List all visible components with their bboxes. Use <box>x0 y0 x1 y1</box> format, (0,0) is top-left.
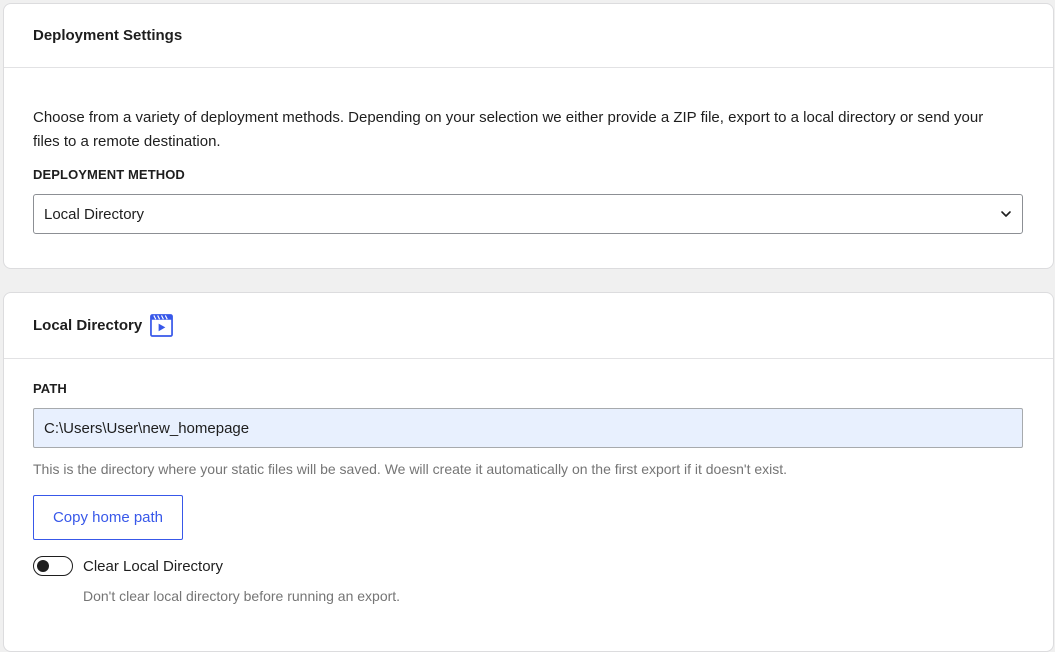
copy-home-path-button[interactable]: Copy home path <box>33 495 183 540</box>
deployment-method-value: Local Directory <box>44 205 145 223</box>
local-directory-card: Local Directory PATH C:\Users\User\new_h… <box>3 292 1054 652</box>
deployment-settings-header: Deployment Settings <box>4 4 1053 68</box>
local-directory-header: Local Directory <box>4 293 1053 359</box>
deployment-method-select[interactable]: Local Directory <box>33 194 1023 234</box>
deployment-settings-card: Deployment Settings Choose from a variet… <box>3 3 1054 269</box>
path-input[interactable]: C:\Users\User\new_homepage <box>33 408 1023 448</box>
deployment-settings-title: Deployment Settings <box>33 27 183 44</box>
chevron-down-icon <box>1001 211 1011 217</box>
local-directory-body: PATH C:\Users\User\new_homepage This is … <box>4 381 1053 604</box>
deployment-intro-text: Choose from a variety of deployment meth… <box>33 109 984 150</box>
local-directory-title: Local Directory <box>33 317 143 334</box>
video-icon[interactable] <box>150 314 174 337</box>
clear-local-directory-help: Don't clear local directory before runni… <box>83 588 401 604</box>
clear-local-directory-label[interactable]: Clear Local Directory <box>83 558 223 575</box>
toggle-knob <box>37 560 49 572</box>
path-input-value: C:\Users\User\new_homepage <box>44 419 250 437</box>
deployment-method-label: DEPLOYMENT METHOD <box>33 167 185 182</box>
path-help-text: This is the directory where your static … <box>33 461 788 477</box>
path-label: PATH <box>33 381 67 396</box>
deployment-settings-body: Choose from a variety of deployment meth… <box>4 106 1053 234</box>
clear-local-directory-toggle[interactable] <box>33 556 73 576</box>
clear-local-directory-row: Clear Local Directory <box>33 556 1022 576</box>
